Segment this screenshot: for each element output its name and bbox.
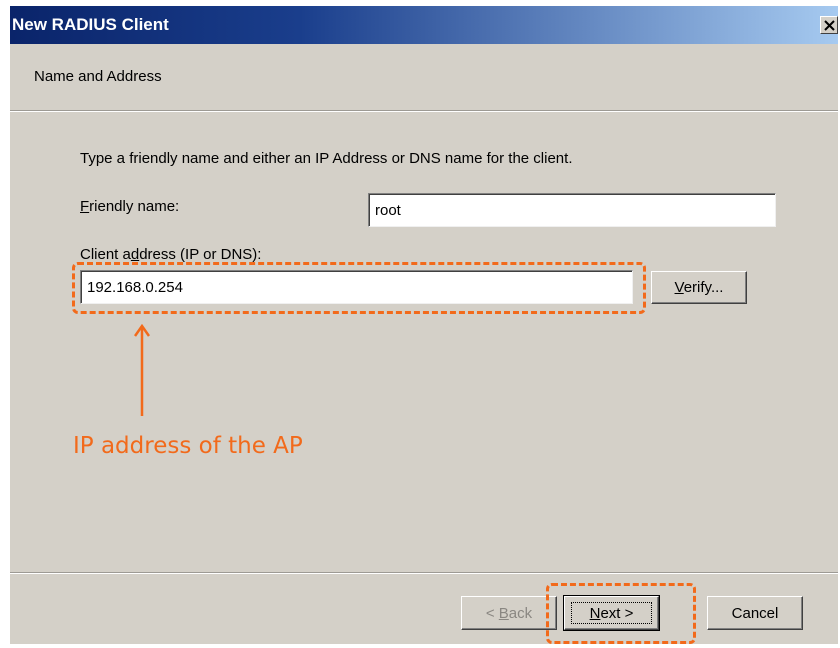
window-title: New RADIUS Client: [12, 15, 169, 34]
cancel-button-label: Cancel: [731, 604, 779, 622]
next-button-callout-box: [546, 583, 696, 644]
friendly-name-value: root: [375, 201, 401, 219]
footer-divider: [10, 572, 838, 574]
friendly-name-field[interactable]: root: [368, 193, 776, 227]
ip-address-annotation: IP address of the AP: [73, 433, 303, 459]
ip-address-callout-box: [72, 262, 646, 314]
verify-button-label: Verify...: [674, 279, 724, 296]
arrow-up-icon: [134, 324, 150, 416]
back-button[interactable]: < Back: [461, 596, 557, 630]
close-icon: [824, 20, 835, 31]
title-bar[interactable]: New RADIUS Client: [10, 6, 838, 44]
header-divider: [10, 110, 838, 112]
close-button[interactable]: [820, 16, 838, 34]
friendly-name-label: Friendly name:: [80, 198, 180, 215]
verify-button[interactable]: Verify...: [651, 271, 747, 304]
dialog-window: New RADIUS Client Name and Address Type …: [10, 6, 838, 644]
instruction-text: Type a friendly name and either an IP Ad…: [80, 150, 573, 167]
client-address-label: Client address (IP or DNS):: [80, 246, 262, 263]
cancel-button[interactable]: Cancel: [707, 596, 803, 630]
section-title: Name and Address: [34, 68, 162, 85]
back-button-label: < Back: [485, 604, 533, 622]
